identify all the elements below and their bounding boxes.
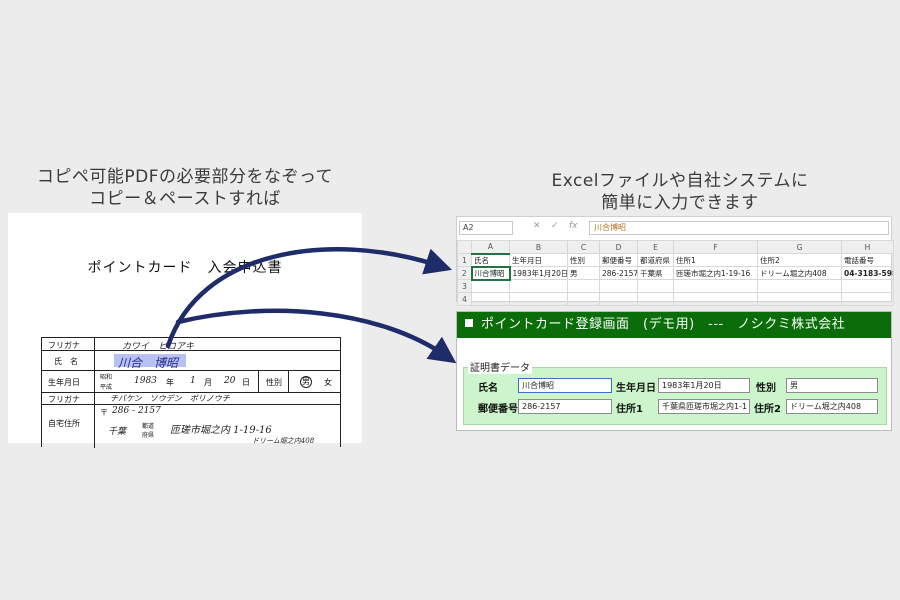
arrow-to-app [175, 308, 457, 364]
copy-paste-arrows [165, 247, 457, 364]
